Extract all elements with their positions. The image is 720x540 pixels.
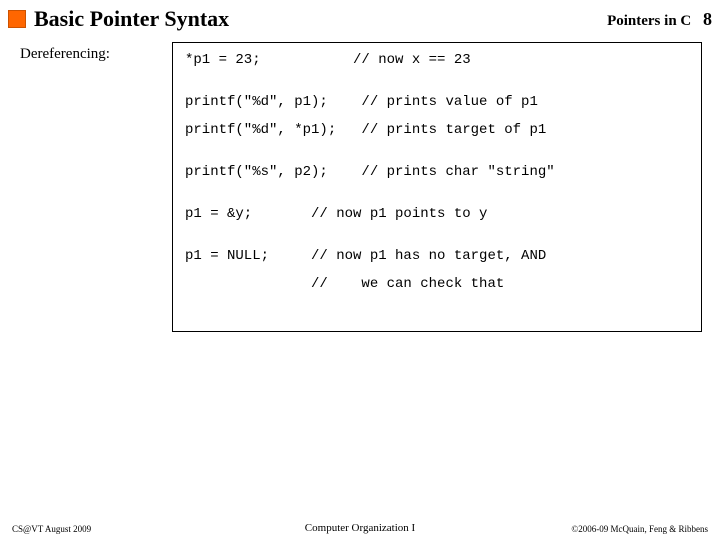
- slide-header: Basic Pointer Syntax Pointers in C 8: [0, 0, 720, 36]
- slide-title: Basic Pointer Syntax: [34, 6, 607, 32]
- bullet-icon: [8, 10, 26, 28]
- code-block: *p1 = 23; // now x == 23 printf("%d", p1…: [172, 42, 702, 332]
- section-label: Pointers in C: [607, 13, 691, 29]
- footer-left: CS@VT August 2009: [12, 524, 91, 534]
- page-number: 8: [703, 9, 712, 29]
- header-right: Pointers in C 8: [607, 9, 712, 30]
- footer-right: ©2006-09 McQuain, Feng & Ribbens: [571, 524, 708, 534]
- slide-footer: CS@VT August 2009 Computer Organization …: [0, 524, 720, 534]
- subheading: Dereferencing:: [20, 46, 110, 63]
- slide-content: Dereferencing: *p1 = 23; // now x == 23 …: [0, 36, 720, 332]
- footer-center: Computer Organization I: [305, 522, 415, 534]
